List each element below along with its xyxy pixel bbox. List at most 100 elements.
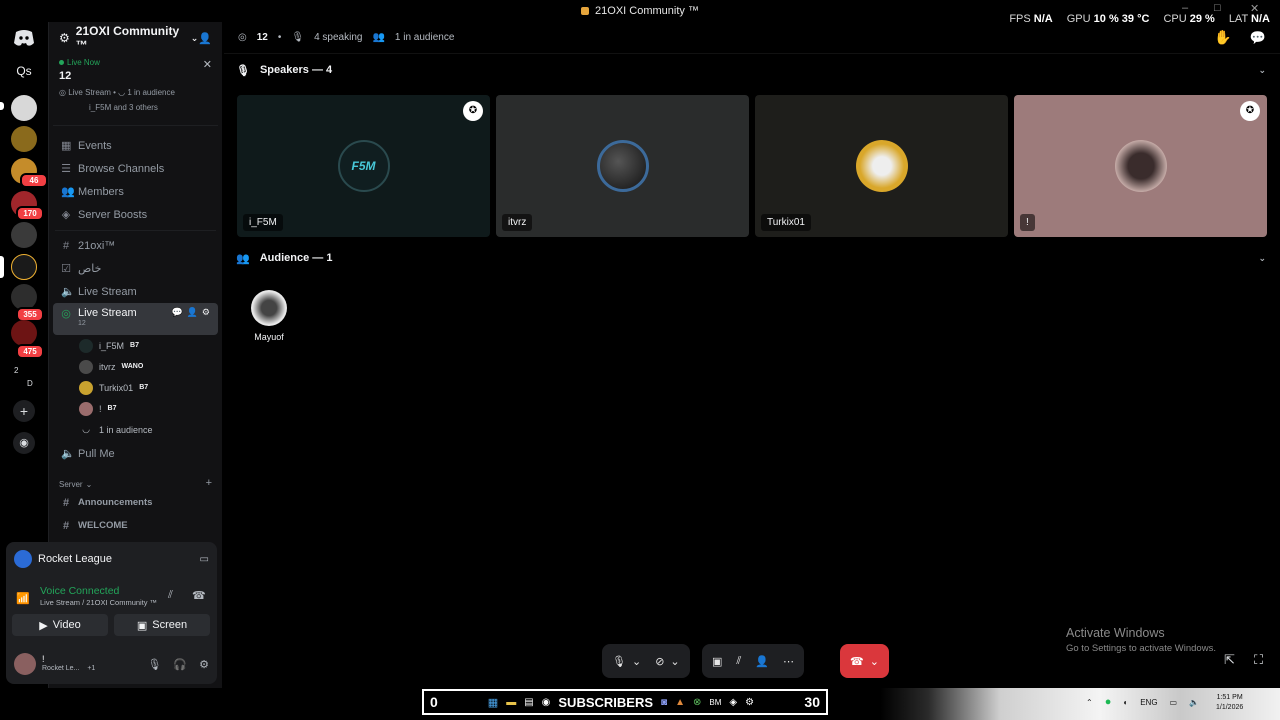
audience-count[interactable]: ◡ 1 in audience <box>49 419 222 440</box>
headphones-icon: ◡ <box>118 88 128 97</box>
chevron-up-icon[interactable]: ⌃ <box>1086 698 1093 707</box>
tray-app-icon[interactable]: ◐ <box>1123 698 1128 707</box>
discord-icon[interactable]: ◙ <box>661 697 667 708</box>
speaker-tile[interactable]: Turkix01 <box>755 95 1008 237</box>
chrome-icon[interactable]: ◉ <box>542 697 551 708</box>
add-channel-icon[interactable]: + <box>206 477 212 489</box>
microphone-icon[interactable]: 🎙 <box>612 655 626 668</box>
app-icon[interactable]: ◈ <box>729 697 737 708</box>
voice-member[interactable]: i_F5M B7 <box>49 335 222 356</box>
app-icon[interactable]: ▲ <box>675 697 685 708</box>
battlemetrics-icon[interactable]: BM <box>709 698 721 707</box>
app-icon[interactable]: ▤ <box>524 697 533 708</box>
leave-stage-button[interactable]: ☎ ⌄ <box>840 644 889 678</box>
clock[interactable]: 1:51 PM 1/1/2026 <box>1216 693 1243 713</box>
camera-off-icon[interactable]: ⊘ <box>655 655 664 668</box>
live-now-card[interactable]: Live Now ✕ 12 ◎ Live Stream • ◡ 1 in aud… <box>53 54 218 126</box>
invite-icon[interactable]: 👤 <box>187 307 198 318</box>
hashtag-icon: # <box>62 496 70 509</box>
xbox-icon[interactable]: ⊗ <box>693 697 701 708</box>
channel-pull-me[interactable]: 🔈 Pull Me <box>49 442 222 465</box>
invite-people-icon[interactable]: 👤 <box>198 32 212 45</box>
audience-member[interactable]: Mayuof <box>244 290 294 342</box>
server-icon[interactable] <box>11 320 37 346</box>
chat-icon[interactable]: 💬 <box>171 307 182 318</box>
avatar: F5M <box>337 140 390 192</box>
channel-announcements[interactable]: # Announcements <box>49 491 222 514</box>
raise-hand-icon[interactable]: ✋ <box>1214 29 1231 46</box>
chevron-down-icon[interactable]: ⌄ <box>670 655 679 668</box>
steam-icon[interactable]: ⚙ <box>745 697 754 708</box>
nav-browse-channels[interactable]: ☰ Browse Channels <box>49 157 222 180</box>
live-dot-icon <box>59 60 64 65</box>
disconnect-icon[interactable]: ☎ <box>192 589 206 602</box>
rocket-league-icon <box>14 550 32 568</box>
channel-21oxi[interactable]: #21oxi™ <box>49 234 222 257</box>
headphones-icon[interactable]: 🎧 <box>173 658 187 671</box>
voice-member[interactable]: ! B7 <box>49 398 222 419</box>
taskbar-apps: 0 ▦ ▬ ▤ ◉ SUBSCRIBERS ◙ ▲ ⊗ BM ◈ ⚙ 30 <box>422 689 828 715</box>
speaker-icon: 🔈 <box>61 286 75 298</box>
noise-suppression-icon[interactable]: ⫽ <box>168 589 173 602</box>
hashtag-icon: # <box>62 239 70 252</box>
discord-home-icon[interactable] <box>12 28 36 48</box>
server-icon[interactable] <box>11 95 37 121</box>
gear-icon[interactable]: ⚙ <box>202 307 210 318</box>
channel-welcome[interactable]: # WELCOME <box>49 514 222 537</box>
server-icon[interactable] <box>11 126 37 152</box>
speakers-header[interactable]: 🎙 Speakers — 4 ⌄ <box>236 60 1268 80</box>
channel-private[interactable]: ☑ خاص <box>49 257 222 280</box>
invite-icon[interactable]: 👤 <box>755 655 769 668</box>
voice-member[interactable]: Turkix01 B7 <box>49 377 222 398</box>
chevron-down-icon: ⌄ <box>1258 64 1266 75</box>
file-explorer-icon[interactable]: ▬ <box>506 697 516 708</box>
close-icon[interactable]: ✕ <box>203 58 212 71</box>
volume-icon[interactable]: 🔈 <box>1189 698 1199 707</box>
speaker-tile[interactable]: ✪ ! <box>1014 95 1267 237</box>
server-header[interactable]: ⚙ 21OXI Community ™ ⌄ 👤 <box>49 22 222 54</box>
speaker-tile[interactable]: itvrz <box>496 95 749 237</box>
audience-icon: 👥 <box>236 252 250 265</box>
screen-share-icon[interactable]: ▣ <box>712 655 722 668</box>
video-button[interactable]: ▶ Video <box>12 614 108 636</box>
server-icon[interactable] <box>11 222 37 248</box>
chat-bubble-icon[interactable]: 💬 <box>1250 30 1266 46</box>
screen-share-button[interactable]: ▣ Screen <box>114 614 210 636</box>
avatar <box>596 140 649 192</box>
spotify-icon[interactable]: ● <box>1105 696 1112 708</box>
network-icon[interactable]: ▭ <box>1170 698 1178 707</box>
notification-badge: 475 <box>16 344 44 359</box>
add-server-icon[interactable]: + <box>13 400 35 422</box>
nav-members[interactable]: 👥 Members <box>49 180 222 203</box>
moderator-icon: ✪ <box>1240 101 1260 121</box>
listeners-icon: ◎ <box>238 32 247 43</box>
checkbox-icon: ☑ <box>61 263 71 275</box>
channel-live-stream-active[interactable]: ◎ Live Stream 12 💬 👤 ⚙ <box>53 303 218 335</box>
moderator-icon: ✪ <box>463 101 483 121</box>
chevron-down-icon: ⌄ <box>1258 252 1266 263</box>
server-icon-selected[interactable] <box>11 254 37 280</box>
nav-events[interactable]: ▦ Events <box>49 134 222 157</box>
popout-icon[interactable]: ⇱ <box>1224 652 1235 668</box>
chevron-down-icon[interactable]: ⌄ <box>632 655 641 668</box>
speaker-tile[interactable]: F5M ✪ i_F5M <box>237 95 490 237</box>
stream-icon[interactable]: ▭ <box>200 554 209 565</box>
microphone-icon: 🎙 <box>236 64 250 77</box>
discover-icon[interactable]: ◉ <box>13 432 35 454</box>
nav-server-boosts[interactable]: ◈ Server Boosts <box>49 203 222 226</box>
category-server[interactable]: Server ⌄ + <box>49 465 222 491</box>
activity-off-icon[interactable]: ⫽ <box>736 655 741 668</box>
activity-panel[interactable]: Rocket League ▭ <box>6 542 217 576</box>
dm-avatar[interactable]: Qs <box>11 64 37 86</box>
settings-gear-icon[interactable]: ⚙ <box>199 658 209 671</box>
audience-header[interactable]: 👥 Audience — 1 ⌄ <box>236 248 1268 268</box>
more-options-icon[interactable]: ⋯ <box>783 655 794 668</box>
voice-member[interactable]: itvrz WANO <box>49 356 222 377</box>
fullscreen-icon[interactable]: ⛶ <box>1254 652 1263 668</box>
microphone-icon[interactable]: 🎙 <box>147 658 161 671</box>
selected-pill <box>0 256 4 278</box>
server-folder[interactable]: 2D <box>12 364 36 392</box>
windows-start-icon[interactable]: ▦ <box>488 696 498 709</box>
avatar[interactable] <box>14 653 36 675</box>
channel-live-stream[interactable]: 🔈 Live Stream <box>49 280 222 303</box>
